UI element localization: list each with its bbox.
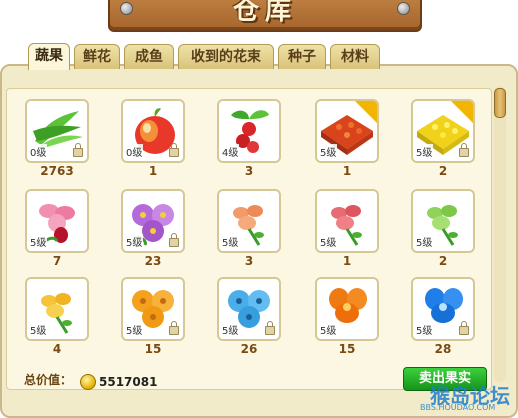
item-quantity: 3 (244, 164, 254, 178)
item-slot: 5级 (25, 277, 89, 341)
item-green-lily[interactable]: 5级 2 (411, 189, 475, 271)
item-yellow-lily[interactable]: 5级 4 (25, 277, 89, 359)
item-quantity: 3 (244, 254, 254, 268)
item-slot: 5级 (217, 277, 281, 341)
item-level: 5级 (415, 322, 434, 337)
lock-icon[interactable] (169, 321, 179, 335)
lock-icon[interactable] (169, 233, 179, 247)
item-level: 5级 (319, 234, 338, 249)
item-slot: 5级 (411, 277, 475, 341)
item-level: 5级 (415, 144, 434, 159)
item-red-lily[interactable]: 5级 1 (315, 189, 379, 271)
item-red-flower-bed[interactable]: 5级 1 (315, 99, 379, 181)
item-level: 0级 (125, 144, 144, 159)
item-slot: 5级 (121, 277, 185, 341)
item-pink-orchid[interactable]: 5级 7 (25, 189, 89, 271)
item-quantity: 2763 (40, 164, 74, 178)
scrollbar-thumb[interactable] (494, 88, 506, 118)
item-quantity: 2 (438, 164, 448, 178)
item-slot: 0级 (121, 99, 185, 163)
lock-icon[interactable] (73, 143, 83, 157)
tab-flowers[interactable]: 鲜花 (74, 44, 120, 69)
tab-fish[interactable]: 成鱼 (124, 44, 174, 69)
item-level: 4级 (221, 144, 240, 159)
item-quantity: 15 (144, 342, 162, 356)
item-slot: 5级 (315, 189, 379, 253)
watermark-url: BBS.HOUDAO.COM (420, 403, 496, 412)
lock-icon[interactable] (459, 321, 469, 335)
item-quantity: 23 (144, 254, 162, 268)
item-slot: 5级 (411, 99, 475, 163)
tab-materials[interactable]: 材料 (330, 44, 380, 69)
item-grid: 0级 2763 0级 1 4级 3 5级 1 5级 2 5级 7 5级 23 5… (6, 88, 492, 390)
item-blue-poppy[interactable]: 5级 28 (411, 277, 475, 359)
item-level: 0级 (29, 144, 48, 159)
lock-icon[interactable] (459, 143, 469, 157)
item-level: 5级 (29, 322, 48, 337)
item-quantity: 1 (342, 164, 352, 178)
item-slot: 5级 (315, 99, 379, 163)
item-slot: 5级 (25, 189, 89, 253)
item-yellow-flower-bed[interactable]: 5级 2 (411, 99, 475, 181)
item-quantity: 7 (52, 254, 62, 268)
item-level: 5级 (221, 322, 240, 337)
item-level: 5级 (125, 234, 144, 249)
item-peach[interactable]: 0级 1 (121, 99, 185, 181)
item-quantity: 2 (438, 254, 448, 268)
item-level: 5级 (221, 234, 240, 249)
item-blue-bouquet[interactable]: 5级 26 (217, 277, 281, 359)
item-level: 5级 (319, 322, 338, 337)
item-slot: 5级 (217, 189, 281, 253)
warehouse-sign: 仓库 (108, 0, 422, 32)
item-slot: 5级 (121, 189, 185, 253)
item-orange-bouquet[interactable]: 5级 15 (121, 277, 185, 359)
item-slot: 5级 (315, 277, 379, 341)
item-quantity: 1 (342, 254, 352, 268)
item-orange-poppy[interactable]: 5级 15 (315, 277, 379, 359)
item-level: 5级 (29, 234, 48, 249)
item-purple-bouquet[interactable]: 5级 23 (121, 189, 185, 271)
total-value-amount: 5517081 (99, 375, 158, 389)
tab-seeds[interactable]: 种子 (278, 44, 326, 69)
item-slot: 0级 (25, 99, 89, 163)
tab-vegetables-fruits[interactable]: 蔬果 (28, 43, 70, 70)
lock-icon[interactable] (265, 321, 275, 335)
level-badge-icon (355, 101, 377, 123)
gold-coin-icon (80, 374, 96, 390)
item-red-berries[interactable]: 4级 3 (217, 99, 281, 181)
item-level: 5级 (415, 234, 434, 249)
item-level: 5级 (125, 322, 144, 337)
total-value-label: 总价值： (24, 373, 73, 387)
item-quantity: 28 (434, 342, 452, 356)
item-slot: 4级 (217, 99, 281, 163)
page-title: 仓库 (232, 0, 297, 26)
item-quantity: 4 (52, 342, 62, 356)
item-orange-lily[interactable]: 5级 3 (217, 189, 281, 271)
item-grass[interactable]: 0级 2763 (25, 99, 89, 181)
level-badge-icon (451, 101, 473, 123)
scrollbar[interactable] (494, 86, 506, 382)
item-level: 5级 (319, 144, 338, 159)
tab-received-bouquets[interactable]: 收到的花束 (178, 44, 274, 69)
lock-icon[interactable] (169, 143, 179, 157)
item-quantity: 1 (148, 164, 158, 178)
item-slot: 5级 (411, 189, 475, 253)
item-quantity: 15 (338, 342, 356, 356)
item-quantity: 26 (240, 342, 258, 356)
